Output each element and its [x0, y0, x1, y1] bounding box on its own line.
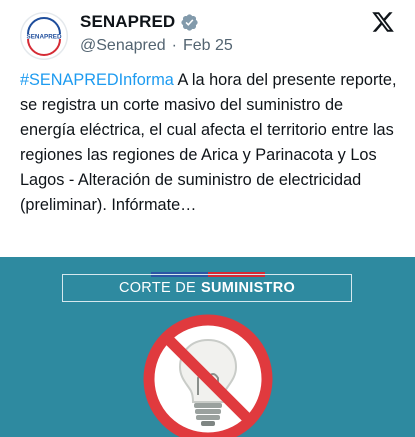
- banner-text-bold: SUMINISTRO: [201, 280, 296, 296]
- hashtag-link[interactable]: #SENAPREDInforma: [20, 71, 174, 89]
- tweet-card[interactable]: SENAPRED SENAPRED @Senapred · Feb 25 #SE…: [0, 0, 415, 437]
- no-electricity-bulb-icon: [143, 314, 273, 437]
- separator: ·: [171, 37, 177, 54]
- author-name-row: SENAPRED: [80, 11, 199, 33]
- handle[interactable]: @Senapred: [80, 37, 166, 55]
- tweet-media-image[interactable]: CORTE DE SUMINISTRO: [0, 257, 415, 437]
- verified-badge-icon: [181, 13, 198, 31]
- tweet-date[interactable]: Feb 25: [183, 37, 233, 55]
- author-meta-row: @Senapred · Feb 25: [80, 37, 233, 55]
- tweet-text: #SENAPREDInforma A la hora del presente …: [20, 68, 400, 218]
- avatar-text: SENAPRED: [27, 34, 62, 41]
- banner-text-light: CORTE DE: [118, 280, 197, 296]
- media-banner: CORTE DE SUMINISTRO: [62, 274, 352, 302]
- avatar[interactable]: SENAPRED: [20, 12, 68, 60]
- tweet-body: A la hora del presente reporte, se regis…: [20, 71, 397, 214]
- senapred-logo-icon: SENAPRED: [20, 12, 68, 60]
- x-logo-icon[interactable]: [371, 10, 395, 34]
- display-name[interactable]: SENAPRED: [80, 12, 175, 32]
